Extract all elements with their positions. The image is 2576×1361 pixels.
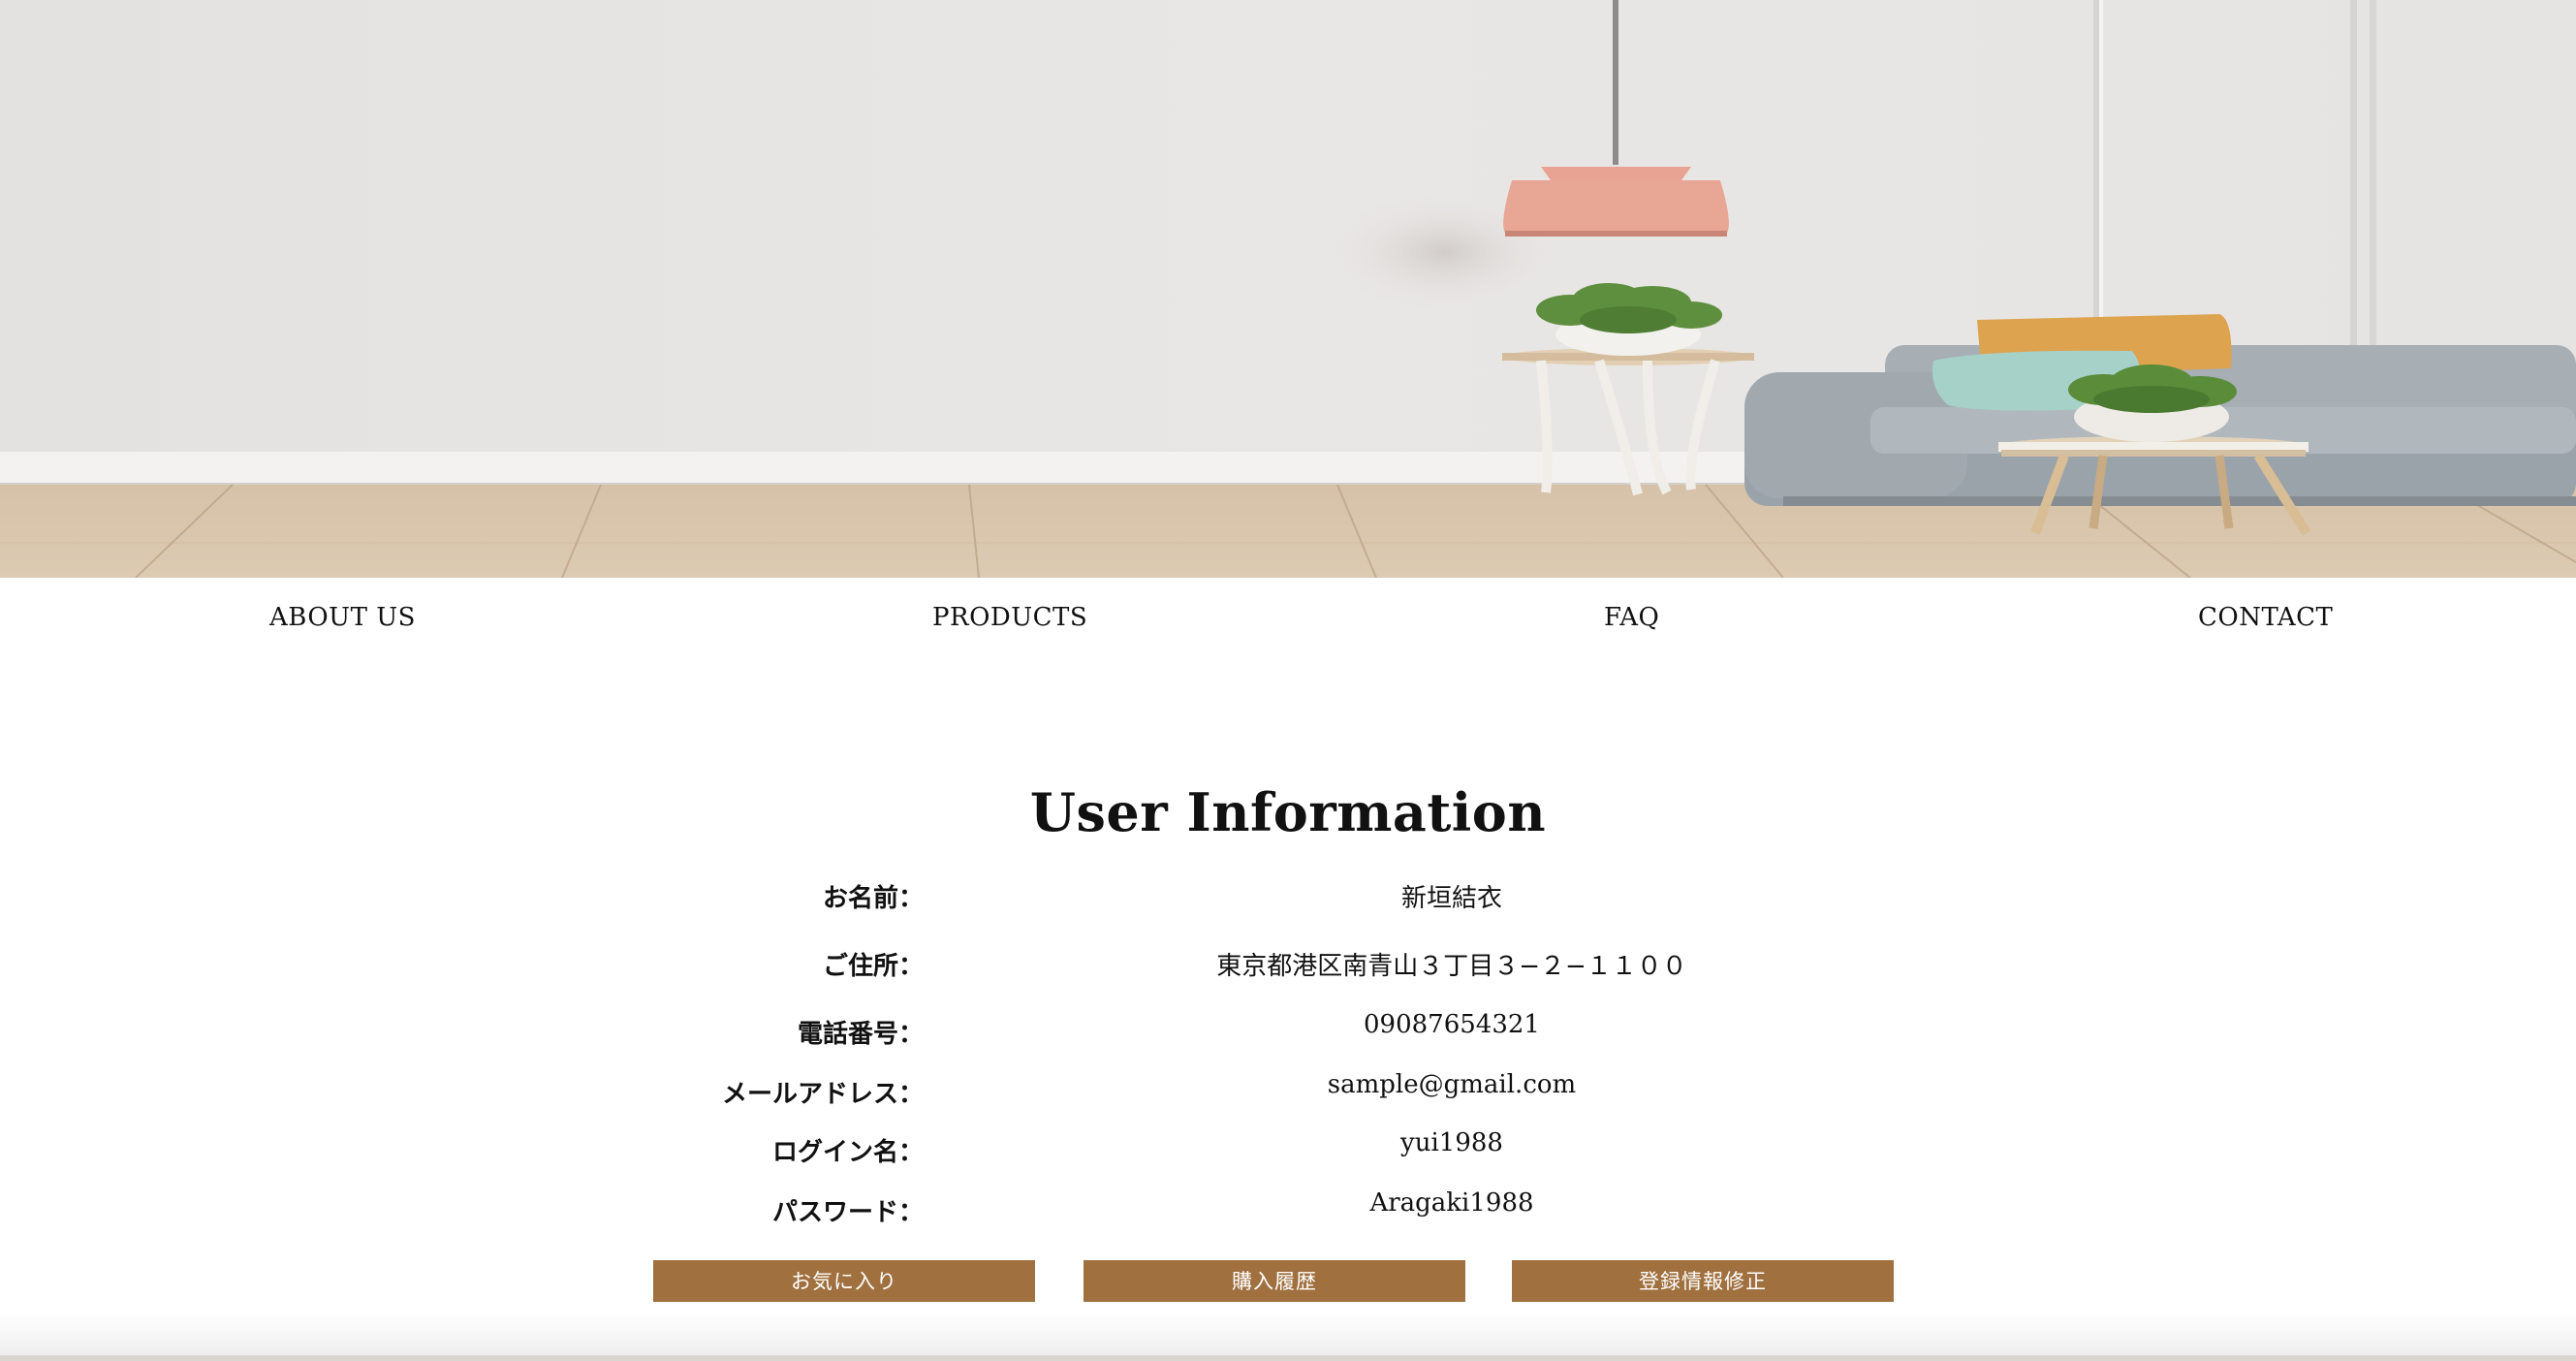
footer-fade (0, 1314, 2576, 1361)
main-nav: ABOUT US PRODUCTS FAQ CONTACT (0, 578, 2576, 661)
password-value: Aragaki1988 (1369, 1188, 1534, 1218)
info-row-password: パスワード： Aragaki1988 (0, 1188, 2576, 1231)
nav-contact[interactable]: CONTACT (2198, 603, 2333, 632)
info-row-email: メールアドレス： sample@gmail.com (0, 1070, 2576, 1113)
footer-edge (0, 1355, 2576, 1361)
phone-value: 09087654321 (1364, 1010, 1540, 1039)
edit-registration-button[interactable]: 登録情報修正 (1512, 1260, 1894, 1302)
info-row-login: ログイン名： yui1988 (0, 1128, 2576, 1171)
password-label: パスワード： (771, 1198, 924, 1227)
email-value: sample@gmail.com (1327, 1070, 1577, 1099)
nav-products[interactable]: PRODUCTS (932, 603, 1087, 632)
info-row-name: お名前： 新垣結衣 (0, 878, 2576, 917)
hero-banner-image (0, 0, 2576, 578)
name-value: 新垣結衣 (1400, 884, 1502, 913)
name-label: お名前： (822, 884, 924, 913)
page-title: User Information (1029, 781, 1547, 843)
address-value: 東京都港区南青山３丁目３−２−１１００ (1216, 952, 1687, 981)
info-row-address: ご住所： 東京都港区南青山３丁目３−２−１１００ (0, 946, 2576, 985)
purchase-history-button[interactable]: 購入履歴 (1084, 1260, 1465, 1302)
info-row-phone: 電話番号： 09087654321 (0, 1010, 2576, 1053)
nav-about-us[interactable]: ABOUT US (269, 603, 416, 632)
favorites-button[interactable]: お気に入り (653, 1260, 1035, 1302)
login-label: ログイン名： (771, 1138, 924, 1167)
nav-faq[interactable]: FAQ (1604, 603, 1659, 632)
phone-label: 電話番号： (797, 1020, 924, 1049)
email-label: メールアドレス： (721, 1080, 924, 1109)
login-value: yui1988 (1400, 1128, 1503, 1157)
address-label: ご住所： (822, 952, 924, 981)
